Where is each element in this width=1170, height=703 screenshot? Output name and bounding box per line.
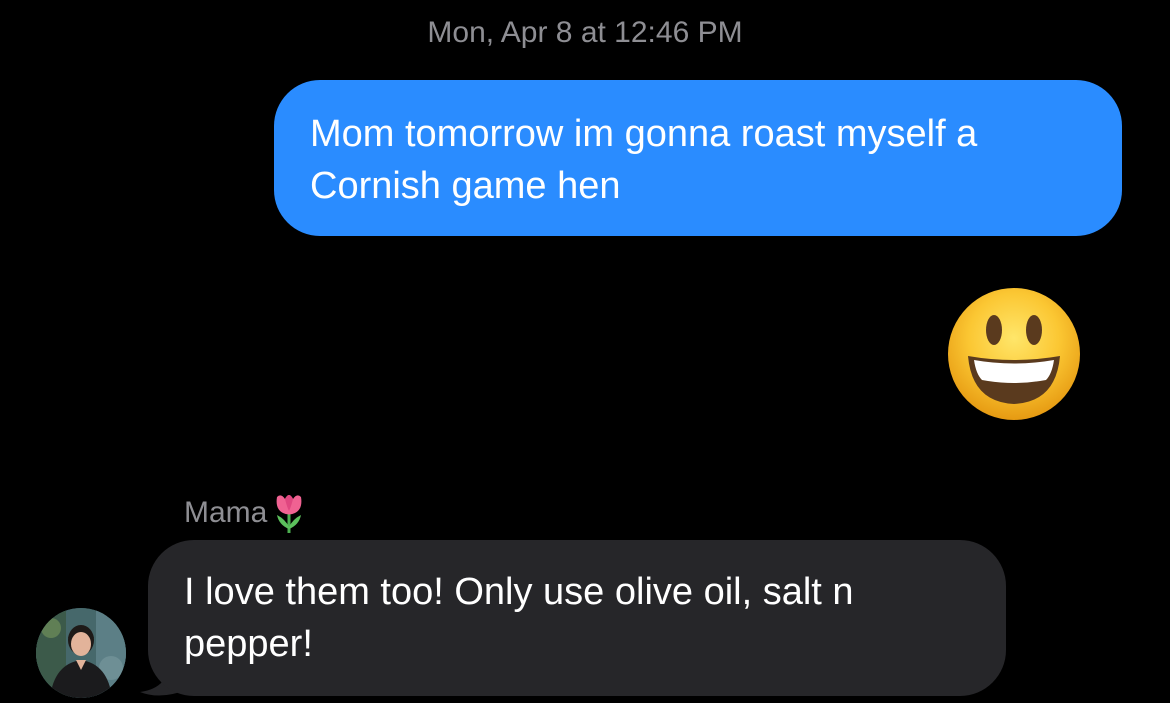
incoming-message-container: I love them too! Only use olive oil, sal… — [130, 540, 1010, 700]
sender-avatar[interactable] — [36, 608, 126, 698]
sender-name-label: Mama — [184, 496, 268, 529]
grinning-face-emoji-icon — [948, 288, 1080, 420]
avatar-photo — [36, 608, 126, 698]
tulip-icon — [276, 495, 302, 533]
incoming-sender-name: Mama — [184, 490, 307, 536]
incoming-message-text: I love them too! Only use olive oil, sal… — [184, 571, 854, 665]
outgoing-message-bubble[interactable]: Mom tomorrow im gonna roast myself a Cor… — [274, 80, 1122, 236]
incoming-message-bubble[interactable]: I love them too! Only use olive oil, sal… — [148, 540, 1006, 696]
outgoing-message-text: Mom tomorrow im gonna roast myself a Cor… — [310, 113, 978, 207]
outgoing-emoji-message[interactable] — [946, 286, 1082, 422]
conversation-timestamp: Mon, Apr 8 at 12:46 PM — [427, 16, 743, 49]
